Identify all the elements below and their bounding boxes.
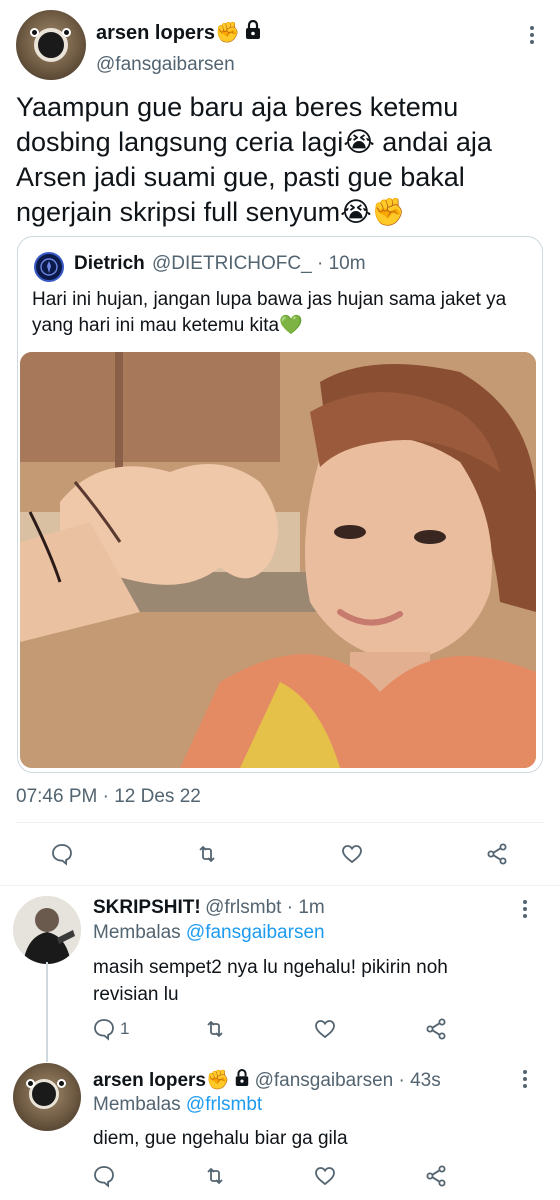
avatar-eye-left bbox=[30, 28, 39, 37]
reply-icon[interactable] bbox=[92, 1164, 116, 1193]
like-icon[interactable] bbox=[313, 1164, 337, 1193]
reply-text: masih sempet2 nya lu ngehalu! pikirin no… bbox=[93, 957, 448, 1005]
reply-author-avatar[interactable] bbox=[13, 896, 81, 964]
more-icon[interactable] bbox=[518, 1070, 532, 1091]
reply-meta[interactable]: @fansgaibarsen · 43s bbox=[255, 1070, 441, 1091]
retweet-icon[interactable] bbox=[203, 1017, 227, 1046]
reply-author-name[interactable]: SKRIPSHIT! bbox=[93, 897, 201, 918]
replying-to-prefix: Membalas bbox=[93, 1094, 186, 1115]
reply-icon[interactable] bbox=[47, 839, 77, 869]
lock-icon bbox=[234, 1069, 250, 1092]
reply-meta[interactable]: @frlsmbt · 1m bbox=[205, 897, 325, 918]
more-icon[interactable] bbox=[518, 900, 532, 921]
tweet-text: Yaampun gue baru aja beres ketemu dosbin… bbox=[16, 92, 492, 227]
divider bbox=[16, 822, 544, 823]
reply-header: SKRIPSHIT! @frlsmbt · 1m bbox=[93, 897, 325, 919]
author-avatar[interactable] bbox=[16, 10, 86, 80]
photo-illustration bbox=[20, 352, 536, 768]
tweet-timestamp[interactable]: 07:46 PM · 12 Des 22 bbox=[16, 786, 201, 808]
replying-to: Membalas @fansgaibarsen bbox=[93, 922, 325, 944]
like-icon[interactable] bbox=[313, 1017, 337, 1046]
reply-text: diem, gue ngehalu biar ga gila bbox=[93, 1128, 348, 1149]
reply-icon bbox=[94, 1019, 114, 1041]
reply-author-name[interactable]: arsen lopers✊ bbox=[93, 1070, 230, 1091]
retweet-icon[interactable] bbox=[203, 1164, 227, 1193]
replying-to-link[interactable]: @frlsmbt bbox=[186, 1094, 262, 1115]
quoted-tweet[interactable]: Dietrich @DIETRICHOFC_ · 10m Hari ini hu… bbox=[17, 236, 543, 773]
like-icon[interactable] bbox=[337, 839, 367, 869]
avatar-eye-right bbox=[57, 1079, 66, 1088]
lock-icon bbox=[244, 19, 262, 45]
author-name-row[interactable]: arsen lopers✊ bbox=[96, 19, 262, 45]
quoted-tweet-photo[interactable] bbox=[20, 352, 536, 768]
quoted-author-avatar bbox=[34, 252, 64, 282]
reply-header: arsen lopers✊ @fansgaibarsen · 43s bbox=[93, 1068, 441, 1092]
share-icon[interactable] bbox=[424, 1017, 448, 1046]
reply-author-avatar[interactable] bbox=[13, 1063, 81, 1131]
replying-to: Membalas @frlsmbt bbox=[93, 1094, 262, 1116]
avatar-graphic bbox=[13, 896, 81, 964]
reply-count: 1 bbox=[120, 1019, 130, 1038]
avatar-eye-left bbox=[26, 1079, 35, 1088]
avatar-eye-right bbox=[62, 28, 71, 37]
replying-to-link[interactable]: @fansgaibarsen bbox=[186, 922, 325, 943]
replying-to-prefix: Membalas bbox=[93, 922, 186, 943]
quoted-author-name: Dietrich bbox=[74, 253, 145, 274]
thread-line bbox=[46, 962, 48, 1062]
quoted-avatar-emblem-icon bbox=[40, 258, 58, 276]
divider bbox=[0, 885, 560, 886]
more-icon[interactable] bbox=[525, 26, 539, 47]
author-name[interactable]: arsen lopers✊ bbox=[96, 22, 240, 44]
retweet-icon[interactable] bbox=[192, 839, 222, 869]
reply-reply-button[interactable]: 1 bbox=[92, 1017, 129, 1041]
share-icon[interactable] bbox=[424, 1164, 448, 1193]
quoted-author-handle: @DIETRICHOFC_ · 10m bbox=[152, 253, 366, 274]
author-handle[interactable]: @fansgaibarsen bbox=[96, 54, 235, 76]
quoted-tweet-text: Hari ini hujan, jangan lupa bawa jas huj… bbox=[32, 289, 507, 336]
share-icon[interactable] bbox=[482, 839, 512, 869]
